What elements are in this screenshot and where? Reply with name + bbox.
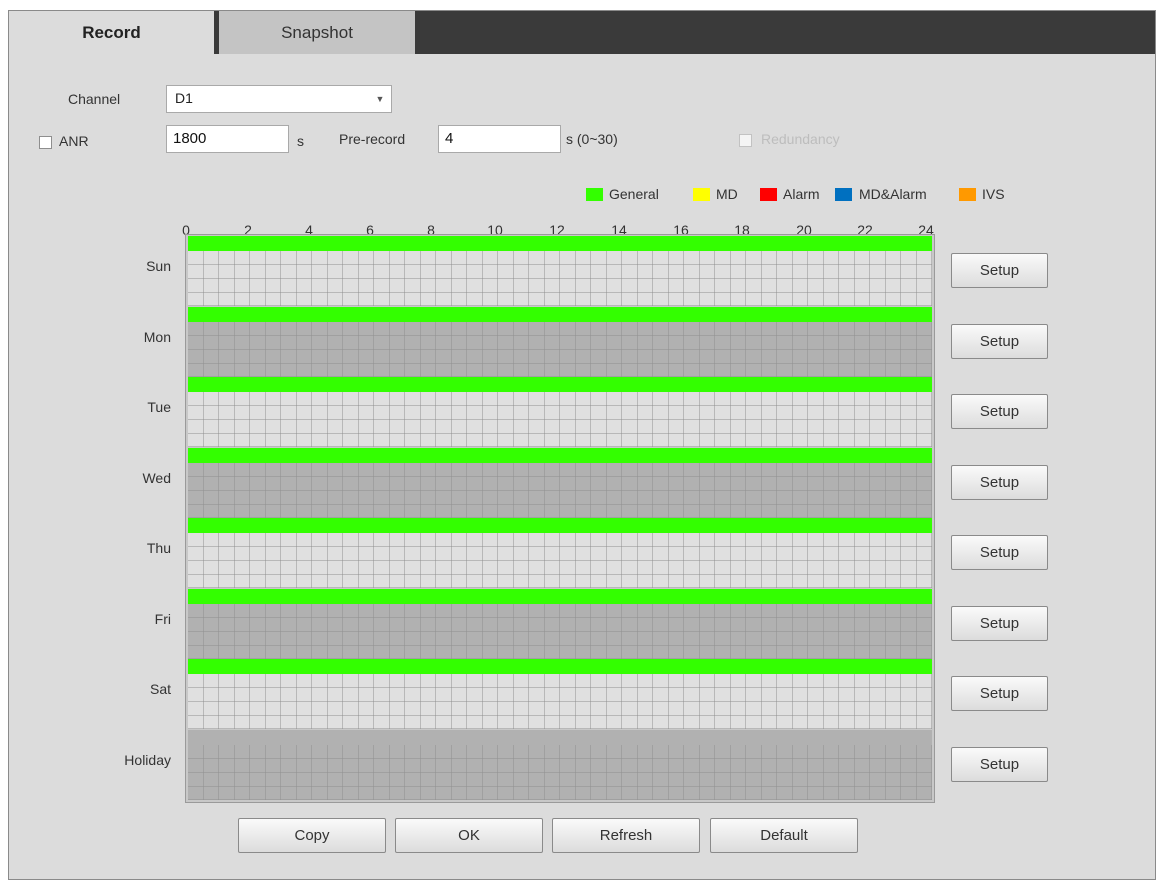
setup-button-fri[interactable]: Setup [951, 606, 1048, 641]
legend-label-general: General [609, 186, 659, 202]
schedule-row-tue[interactable] [188, 377, 932, 447]
anr-label: ANR [59, 133, 89, 149]
legend-swatch-md-alarm [835, 188, 852, 201]
prerecord-input[interactable]: 4 [438, 125, 561, 153]
channel-value: D1 [175, 90, 193, 106]
general-record-bar[interactable] [188, 659, 932, 674]
holiday-empty-bar[interactable] [188, 729, 932, 745]
ok-button[interactable]: OK [395, 818, 543, 853]
schedule-row-holiday[interactable] [188, 729, 932, 800]
day-label-thu: Thu [146, 540, 171, 556]
schedule-row-sat[interactable] [188, 659, 932, 729]
day-label-wed: Wed [142, 470, 171, 486]
anr-checkbox[interactable] [39, 136, 52, 149]
tab-record[interactable]: Record [9, 11, 214, 54]
record-settings-panel: Record Snapshot Channel D1 ▼ ANR 1800 s … [8, 10, 1156, 880]
legend-label-md-alarm: MD&Alarm [859, 186, 927, 202]
schedule-cells[interactable] [188, 674, 932, 729]
day-label-mon: Mon [143, 329, 171, 345]
setup-button-sun[interactable]: Setup [951, 253, 1048, 288]
setup-button-thu[interactable]: Setup [951, 535, 1048, 570]
schedule-grid [185, 234, 935, 803]
refresh-button[interactable]: Refresh [552, 818, 700, 853]
general-record-bar[interactable] [188, 518, 932, 533]
schedule-cells[interactable] [188, 392, 932, 447]
channel-label: Channel [68, 91, 121, 107]
general-record-bar[interactable] [188, 306, 932, 322]
copy-button[interactable]: Copy [238, 818, 386, 853]
channel-select[interactable]: D1 ▼ [166, 85, 392, 113]
legend-swatch-md [693, 188, 710, 201]
legend-swatch-alarm [760, 188, 777, 201]
schedule-row-thu[interactable] [188, 518, 932, 588]
day-label-fri: Fri [154, 611, 171, 627]
anr-unit: s [297, 133, 304, 149]
day-label-sat: Sat [149, 681, 171, 697]
legend-label-ivs: IVS [982, 186, 1005, 202]
schedule-cells[interactable] [188, 462, 932, 518]
schedule-cells[interactable] [188, 321, 932, 377]
day-label-sun: Sun [146, 258, 171, 274]
tab-bar: Record Snapshot [9, 11, 1155, 54]
schedule-row-sun[interactable] [188, 236, 932, 306]
schedule-cells[interactable] [188, 744, 932, 800]
schedule-row-fri[interactable] [188, 588, 932, 659]
setup-button-holiday[interactable]: Setup [951, 747, 1048, 782]
general-record-bar[interactable] [188, 588, 932, 604]
setup-button-mon[interactable]: Setup [951, 324, 1048, 359]
legend-label-alarm: Alarm [783, 186, 820, 202]
general-record-bar[interactable] [188, 236, 932, 251]
default-button[interactable]: Default [710, 818, 858, 853]
day-label-holiday: Holiday [124, 752, 171, 768]
schedule-row-mon[interactable] [188, 306, 932, 377]
redundancy-checkbox[interactable] [739, 134, 752, 147]
redundancy-label: Redundancy [761, 131, 840, 147]
legend-swatch-ivs [959, 188, 976, 201]
chevron-down-icon[interactable]: ▼ [374, 93, 386, 105]
legend-swatch-general [586, 188, 603, 201]
schedule-cells[interactable] [188, 533, 932, 588]
prerecord-label: Pre-record [339, 131, 406, 147]
day-label-tue: Tue [147, 399, 171, 415]
setup-button-tue[interactable]: Setup [951, 394, 1048, 429]
schedule-cells[interactable] [188, 603, 932, 659]
general-record-bar[interactable] [188, 447, 932, 463]
schedule-cells[interactable] [188, 251, 932, 306]
general-record-bar[interactable] [188, 377, 932, 392]
prerecord-unit: s (0~30) [566, 131, 618, 147]
setup-button-sat[interactable]: Setup [951, 676, 1048, 711]
schedule-row-wed[interactable] [188, 447, 932, 518]
tab-snapshot[interactable]: Snapshot [219, 11, 415, 54]
setup-button-wed[interactable]: Setup [951, 465, 1048, 500]
legend-label-md: MD [716, 186, 738, 202]
anr-input[interactable]: 1800 [166, 125, 289, 153]
